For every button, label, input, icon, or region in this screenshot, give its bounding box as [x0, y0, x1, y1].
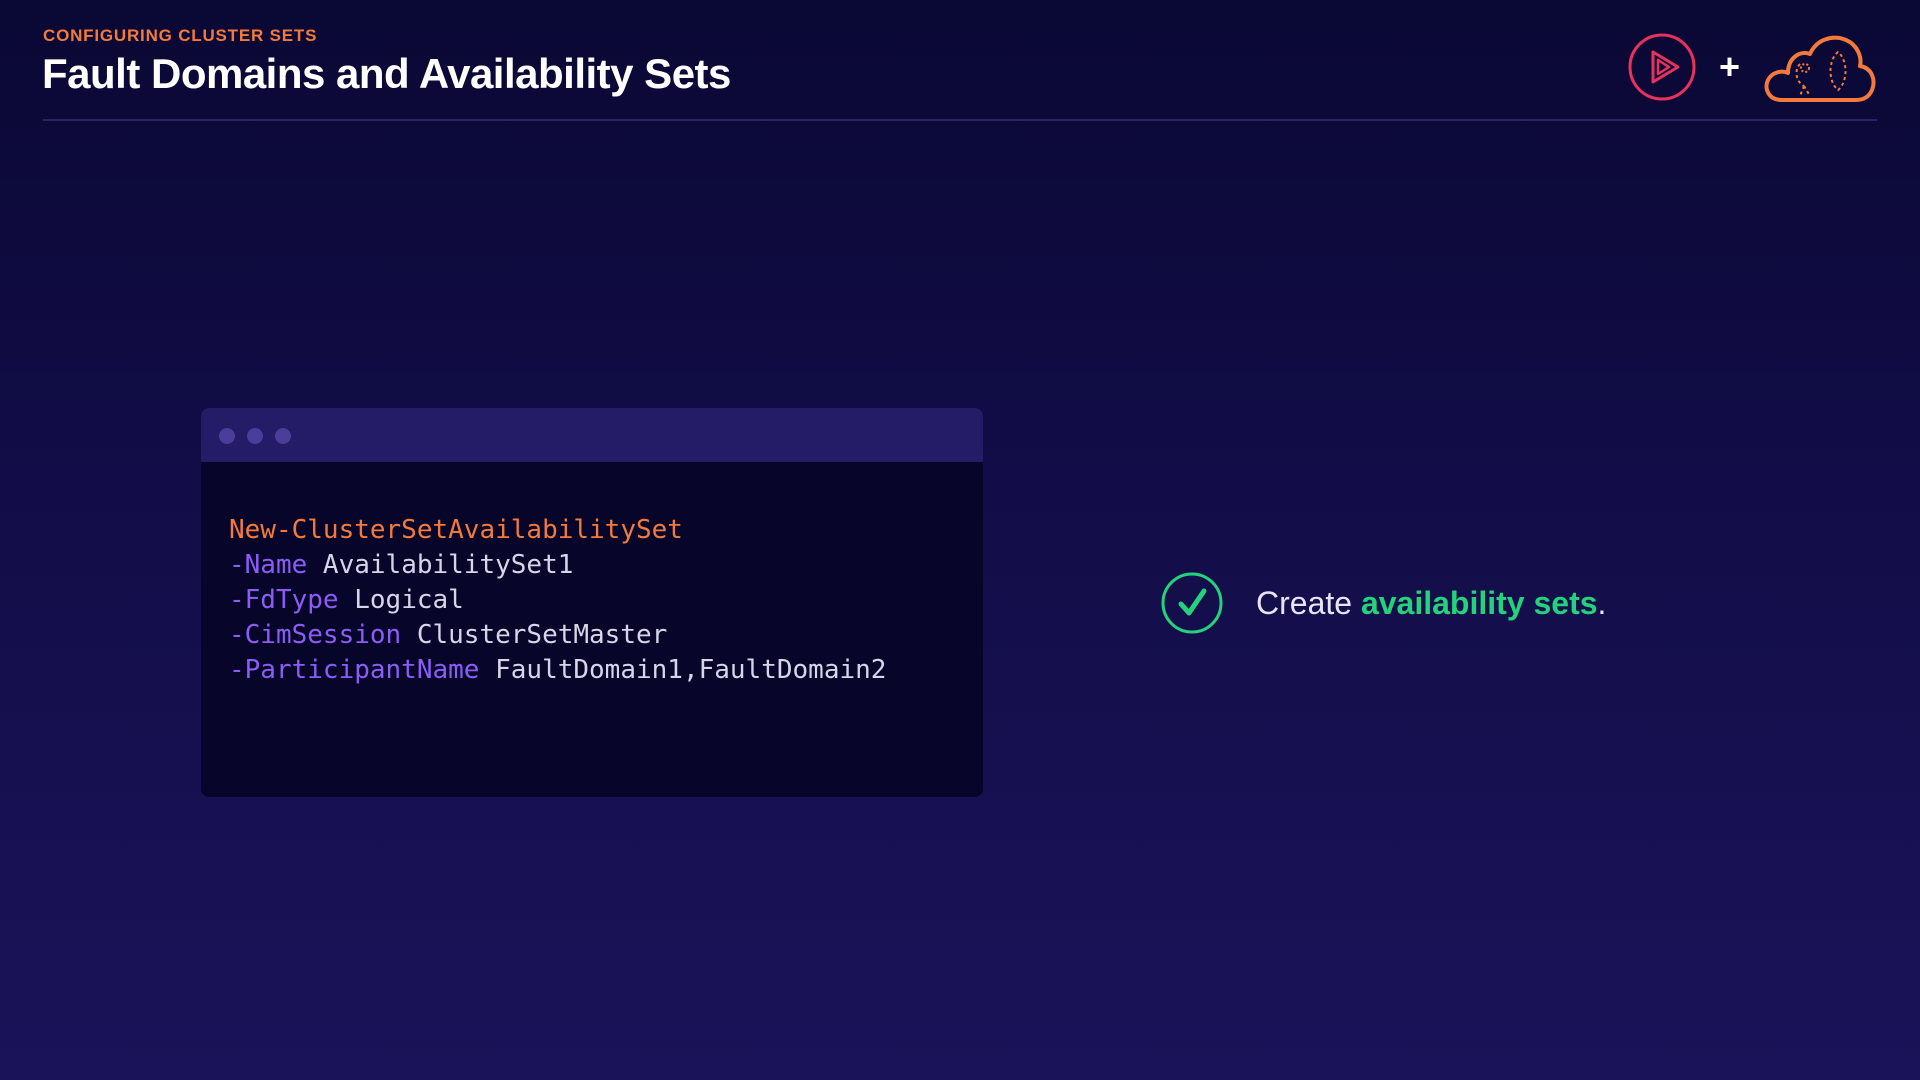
code-line-cmdlet: New-ClusterSetAvailabilitySet: [229, 513, 983, 548]
param-name: -CimSession: [229, 620, 402, 650]
bullet-text: Create availability sets.: [1256, 585, 1606, 622]
code-line-participantname: -ParticipantName FaultDomain1,FaultDomai…: [229, 653, 983, 688]
header-divider: [43, 119, 1877, 121]
param-name: -Name: [229, 550, 308, 580]
param-value: Logical: [338, 585, 464, 615]
code-window: New-ClusterSetAvailabilitySet -Name Avai…: [201, 408, 983, 797]
bullet-prefix: Create: [1256, 584, 1361, 621]
param-name: -FdType: [229, 585, 339, 615]
check-circle-icon: [1161, 572, 1223, 634]
play-logo-icon: [1628, 33, 1696, 101]
window-dot: [219, 428, 235, 444]
param-value: ClusterSetMaster: [401, 620, 668, 650]
code-block: New-ClusterSetAvailabilitySet -Name Avai…: [201, 462, 983, 797]
bullet-suffix: .: [1597, 584, 1607, 621]
code-line-cimsession: -CimSession ClusterSetMaster: [229, 618, 983, 653]
section-label: CONFIGURING CLUSTER SETS: [43, 26, 318, 45]
param-name: -ParticipantName: [229, 655, 480, 685]
logo-group: +: [1627, 30, 1878, 104]
param-value: AvailabilitySet1: [307, 550, 574, 580]
bullet-item: Create availability sets.: [1160, 571, 1606, 635]
slide-title: Fault Domains and Availability Sets: [42, 50, 731, 97]
slide-header: CONFIGURING CLUSTER SETS Fault Domains a…: [42, 26, 1877, 98]
plus-sign: +: [1718, 46, 1740, 87]
cmdlet-name: New-ClusterSetAvailabilitySet: [229, 515, 683, 545]
window-dot: [275, 428, 291, 444]
cloud-logo-icon: [1764, 35, 1876, 102]
code-line-fdtype: -FdType Logical: [229, 583, 983, 618]
window-titlebar: [201, 408, 983, 462]
bullet-highlight: availability sets: [1360, 584, 1598, 621]
window-dot: [247, 428, 263, 444]
param-value: FaultDomain1,FaultDomain2: [479, 655, 887, 685]
code-line-name: -Name AvailabilitySet1: [229, 548, 983, 583]
